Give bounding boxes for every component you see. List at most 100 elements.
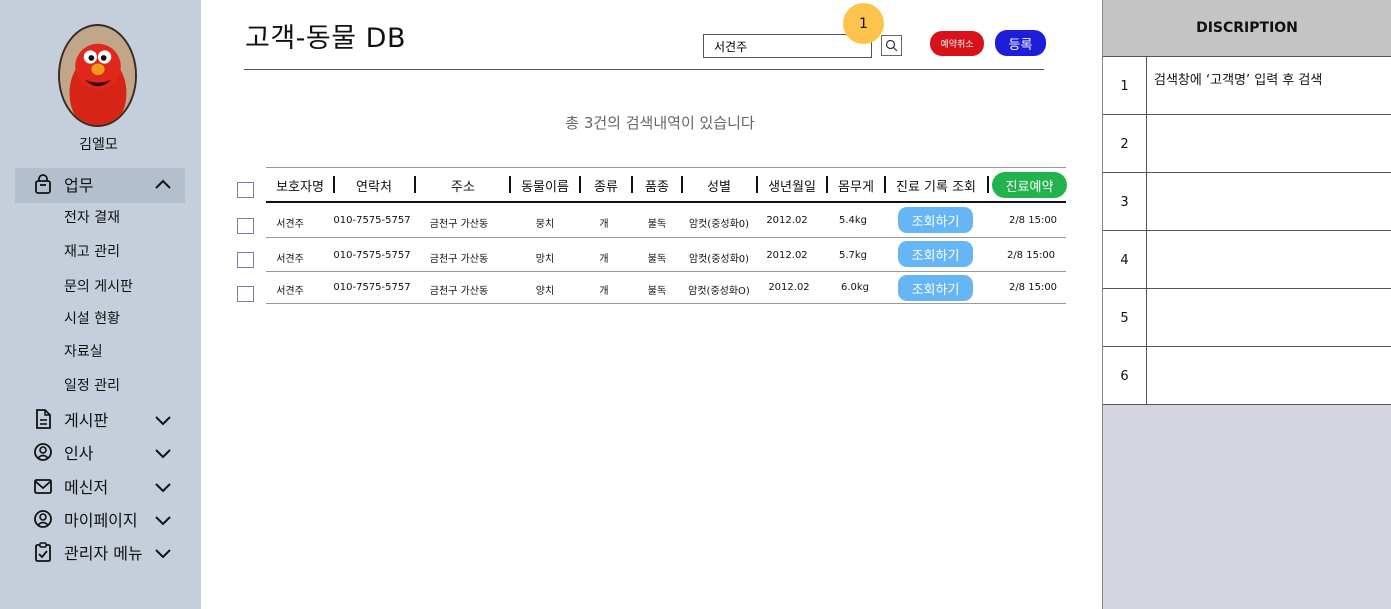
cell-guardian: 서견주 <box>276 286 304 297</box>
column-separator <box>826 176 828 193</box>
sidebar-subitem-facility[interactable]: 시설 현황 <box>64 308 120 328</box>
row-checkbox[interactable] <box>237 286 254 302</box>
cell-type: 개 <box>599 286 609 297</box>
cell-reservation-time: 2/8 15:00 <box>1006 250 1056 261</box>
row-divider <box>266 271 1066 272</box>
cell-address: 금천구 가산동 <box>429 286 489 297</box>
table-top-border <box>266 167 1066 168</box>
column-separator <box>681 176 683 193</box>
description-text: 검색창에 ‘고객명’ 입력 후 검색 <box>1154 73 1323 88</box>
cell-animal-name: 양치 <box>535 286 555 297</box>
cell-contact: 010-7575-5757 <box>333 282 411 293</box>
page-title: 고객-동물 DB <box>245 23 406 54</box>
cell-contact: 010-7575-5757 <box>333 215 411 226</box>
user-name: 김엘모 <box>79 137 118 153</box>
cancel-reservation-button[interactable]: 예약취소 <box>930 31 984 56</box>
sidebar-item-label: 업무 <box>64 176 94 195</box>
clipboard-icon <box>34 542 52 562</box>
column-separator <box>579 176 581 193</box>
description-row: 6 <box>1103 347 1391 405</box>
mail-icon <box>34 476 52 496</box>
sidebar-item-work[interactable]: 업무 <box>34 172 93 196</box>
chevron-down-icon[interactable] <box>154 544 172 562</box>
column-separator <box>333 176 335 193</box>
cell-address: 금천구 가산동 <box>429 254 489 265</box>
sidebar-item-admin[interactable]: 관리자 메뉴 <box>34 540 143 564</box>
view-records-button[interactable]: 조회하기 <box>898 241 973 267</box>
user-circle-icon <box>34 509 52 529</box>
description-row: 2 <box>1103 115 1391 173</box>
user-circle-icon <box>34 442 52 462</box>
cell-sex: 암컷(중성화0) <box>688 219 750 230</box>
result-count: 총 3건의 검색내역이 있습니다 <box>565 114 755 132</box>
row-checkbox[interactable] <box>237 252 254 268</box>
column-separator <box>884 176 886 193</box>
chevron-down-icon[interactable] <box>154 478 172 496</box>
sidebar-item-label: 인사 <box>64 444 94 463</box>
cell-birth: 2012.02 <box>766 250 808 261</box>
sidebar-subitem-approval[interactable]: 전자 결재 <box>64 207 120 227</box>
row-checkbox[interactable] <box>237 218 254 234</box>
column-separator <box>987 176 989 193</box>
sidebar-item-label: 관리자 메뉴 <box>64 544 143 563</box>
column-header-type: 종류 <box>594 180 618 195</box>
chevron-down-icon[interactable] <box>154 511 172 529</box>
cell-birth: 2012.02 <box>766 215 808 226</box>
description-row: 5 <box>1103 289 1391 347</box>
column-header-contact: 연락처 <box>356 180 392 195</box>
cell-address: 금천구 가산동 <box>429 219 489 230</box>
sidebar-subitem-schedule[interactable]: 일정 관리 <box>64 375 120 395</box>
sidebar-item-board[interactable]: 게시판 <box>34 407 108 431</box>
description-number: 3 <box>1103 173 1147 231</box>
view-records-button[interactable]: 조회하기 <box>898 275 973 301</box>
chevron-down-icon[interactable] <box>154 411 172 429</box>
sidebar-item-mypage[interactable]: 마이페이지 <box>34 507 138 531</box>
column-header-weight: 몸무게 <box>838 180 874 195</box>
select-all-checkbox[interactable] <box>237 182 254 198</box>
cell-breed: 불독 <box>647 286 667 297</box>
sidebar-item-hr[interactable]: 인사 <box>34 440 93 464</box>
cell-weight: 6.0kg <box>840 282 870 293</box>
search-button[interactable] <box>881 35 902 56</box>
bag-icon <box>34 174 52 194</box>
sidebar-subitem-inventory[interactable]: 재고 관리 <box>64 241 120 261</box>
cell-breed: 불독 <box>647 254 667 265</box>
cell-reservation-time: 2/8 15:00 <box>1008 282 1058 293</box>
cell-type: 개 <box>599 254 609 265</box>
description-number: 1 <box>1103 57 1147 115</box>
column-header-animal-name: 동물이름 <box>521 180 569 195</box>
register-button[interactable]: 등록 <box>995 30 1046 56</box>
view-records-button[interactable]: 조회하기 <box>898 207 973 233</box>
row-divider <box>266 237 1066 238</box>
chevron-up-icon[interactable] <box>154 176 172 194</box>
reserve-button[interactable]: 진료예약 <box>992 172 1067 198</box>
cell-animal-name: 뭉치 <box>535 219 555 230</box>
sidebar-subitem-inquiry[interactable]: 문의 게시판 <box>64 276 133 296</box>
avatar <box>58 24 137 127</box>
cell-guardian: 서견주 <box>276 219 304 230</box>
cell-sex: 암컷(중성화O) <box>688 286 750 297</box>
row-divider <box>266 303 1066 304</box>
column-header-records: 진료 기록 조회 <box>895 180 977 195</box>
column-header-birth: 생년월일 <box>768 180 816 195</box>
sidebar-item-messenger[interactable]: 메신저 <box>34 474 108 498</box>
cell-weight: 5.4kg <box>838 215 868 226</box>
description-number: 6 <box>1103 347 1147 405</box>
column-separator <box>631 176 633 193</box>
search-icon <box>885 39 898 52</box>
description-row: 1 검색창에 ‘고객명’ 입력 후 검색 <box>1103 57 1391 115</box>
column-separator <box>414 176 416 193</box>
description-row: 4 <box>1103 231 1391 289</box>
table-header-border <box>266 201 1066 203</box>
chevron-down-icon[interactable] <box>154 444 172 462</box>
document-icon <box>34 409 52 429</box>
annotation-marker: 1 <box>843 3 884 44</box>
search-input[interactable] <box>703 34 872 58</box>
title-divider <box>244 69 1044 70</box>
sidebar-subitem-archive[interactable]: 자료실 <box>64 341 103 361</box>
description-header: DISCRIPTION <box>1103 0 1391 57</box>
sidebar: 김엘모 업무 전자 결재 재고 관리 문의 게시판 시설 현황 자료실 일정 관… <box>0 0 201 609</box>
description-row: 3 <box>1103 173 1391 231</box>
column-header-sex: 성별 <box>707 180 731 195</box>
cell-breed: 불독 <box>647 219 667 230</box>
